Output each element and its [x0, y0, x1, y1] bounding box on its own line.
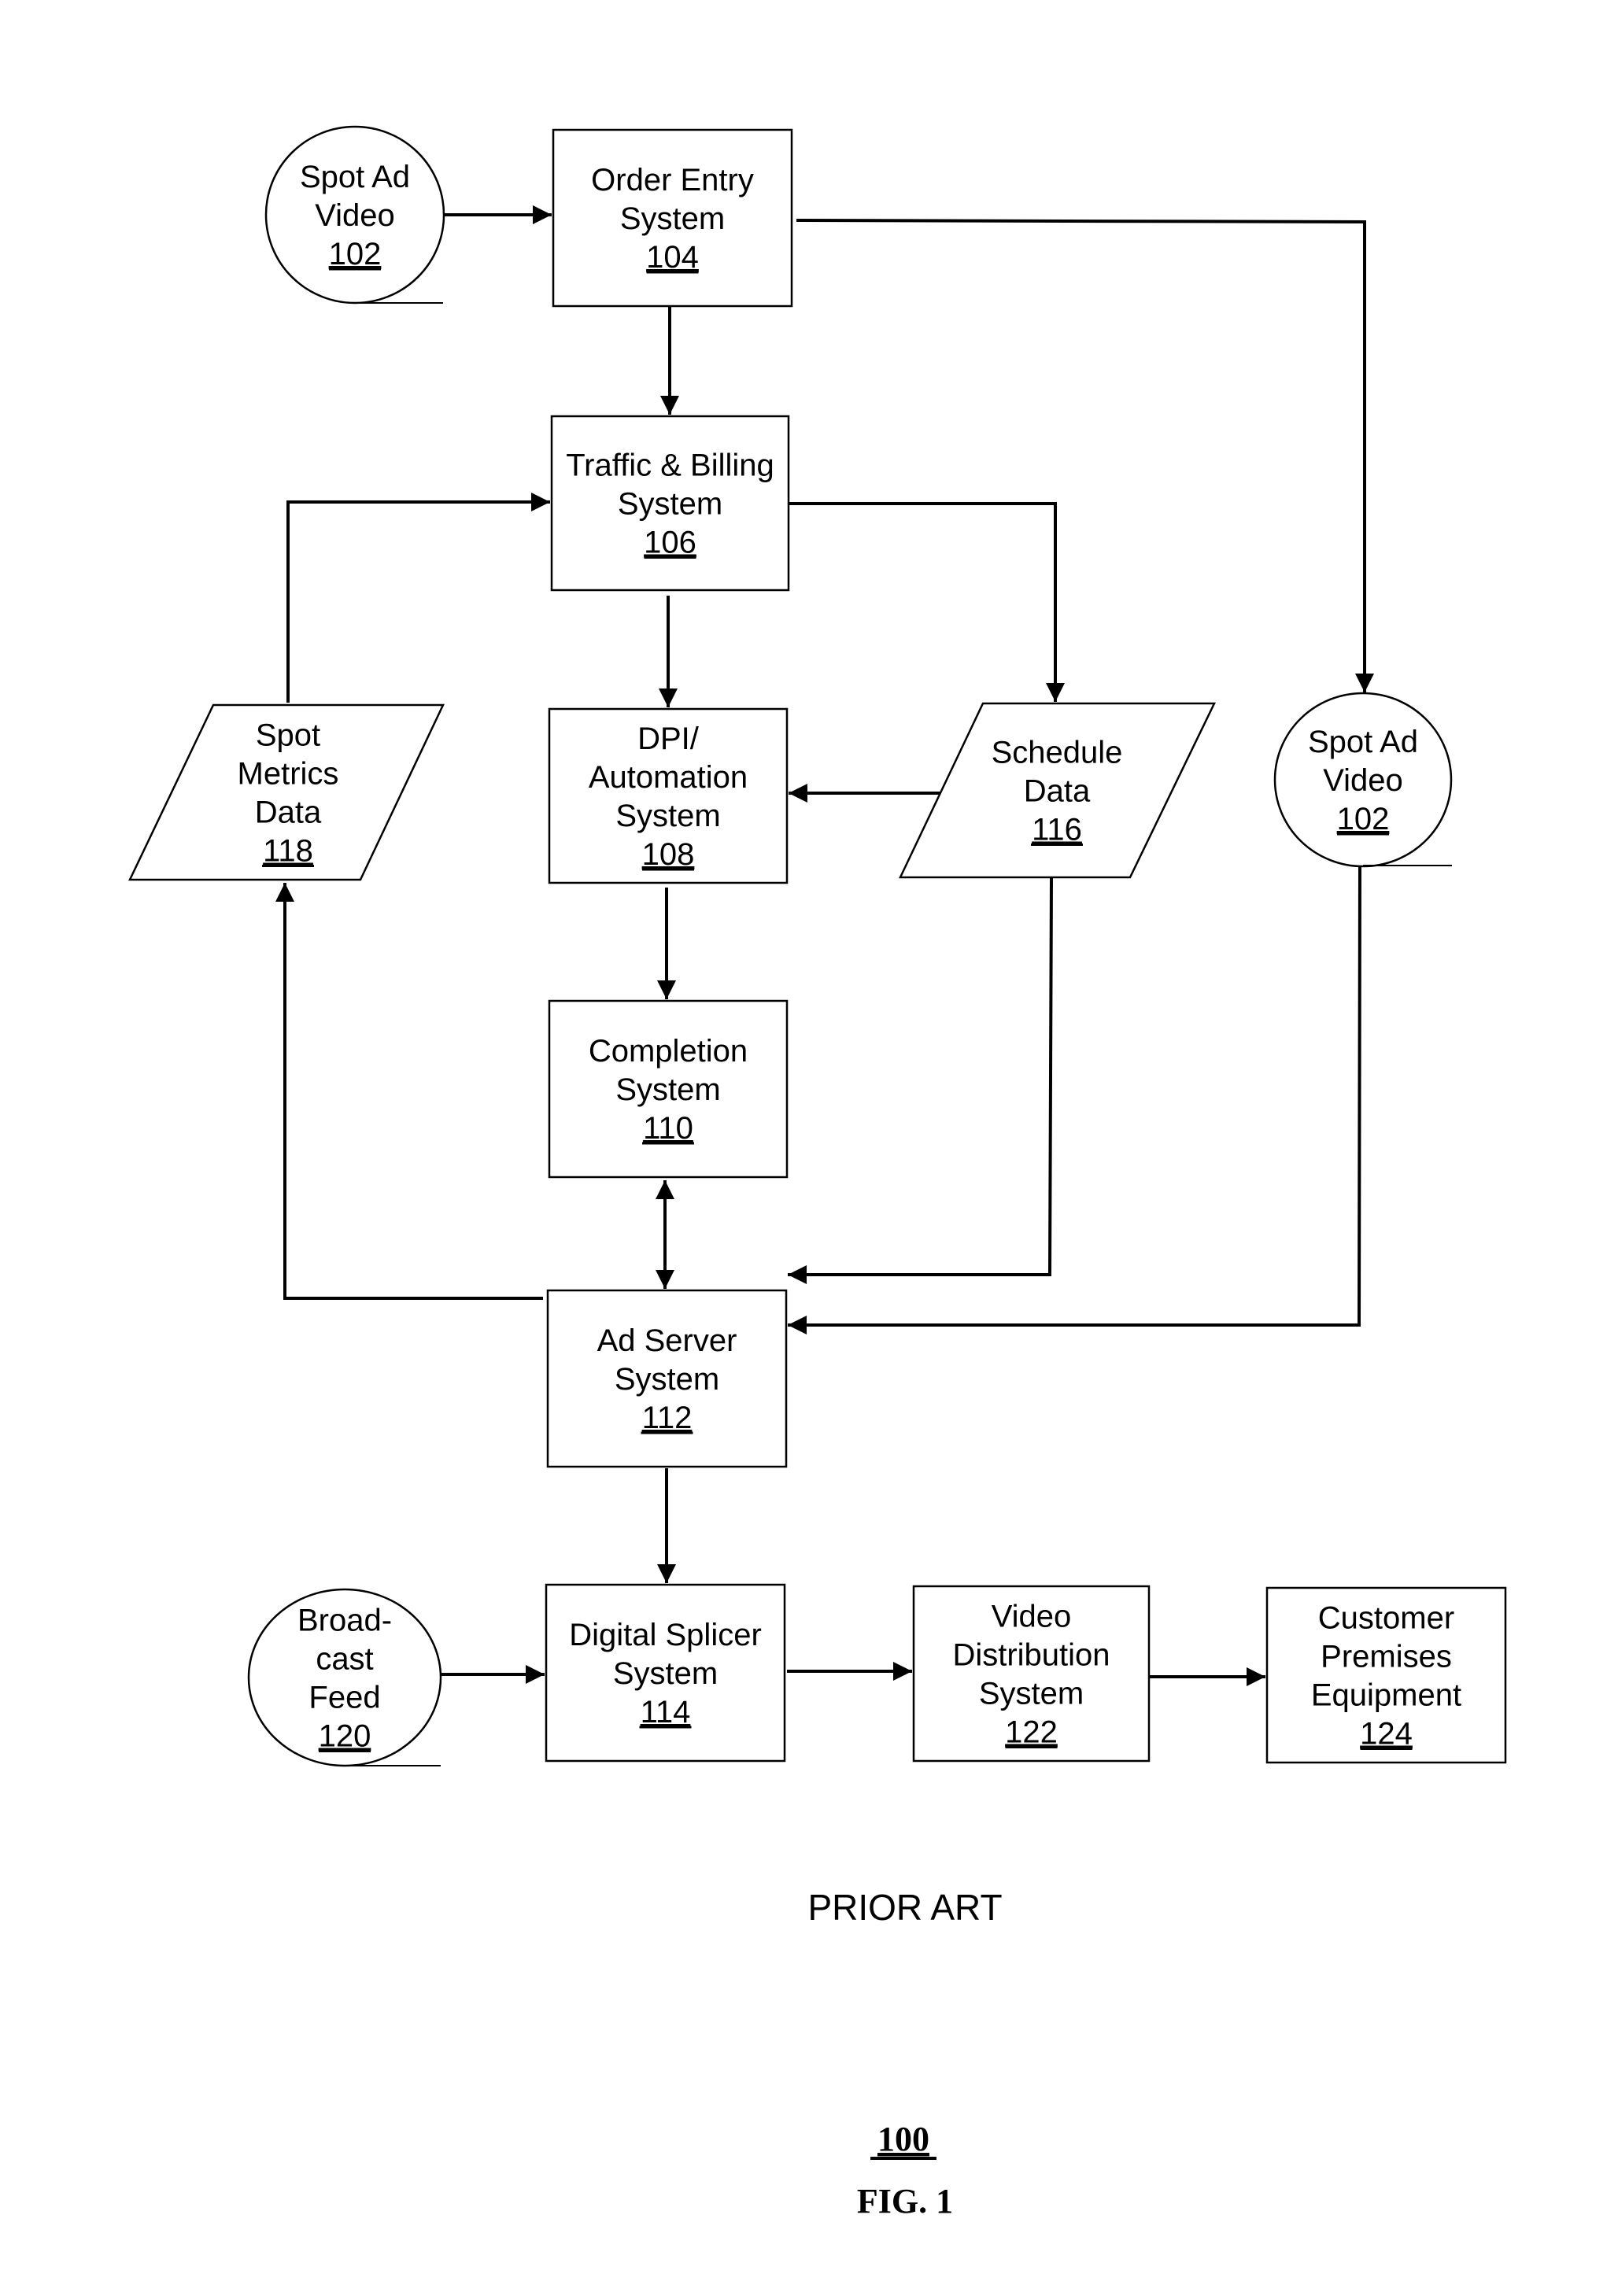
- node-reference-number: 122: [1005, 1715, 1058, 1750]
- node-label-line: Spot: [256, 718, 320, 753]
- node-120: Broad-cast Feed 120: [247, 1588, 442, 1767]
- node-label-line: Data: [255, 795, 322, 830]
- node-label-line: System: [618, 487, 722, 522]
- node-reference-number: 124: [1360, 1717, 1413, 1752]
- node-reference-number: 120: [319, 1719, 371, 1754]
- node-label-line: Video: [1323, 763, 1403, 798]
- node-reference-number: 118: [263, 834, 313, 869]
- node-label-line: Schedule: [992, 736, 1123, 770]
- node-reference-number: 116: [1032, 813, 1082, 847]
- node-label-line: System: [615, 1072, 720, 1107]
- node-label-line: Traffic & Billing: [566, 448, 774, 483]
- node-label-line: Feed: [308, 1681, 380, 1715]
- node-label-line: Spot Ad: [1308, 725, 1418, 759]
- node-118: Spot MetricsData 118: [128, 703, 445, 881]
- node-reference-number: 102: [1337, 802, 1390, 836]
- node-124: Customer Premises Equipment 124: [1265, 1586, 1507, 1764]
- node-106: Traffic & Billing System 106: [550, 415, 790, 592]
- node-label-line: Order Entry: [591, 163, 754, 197]
- edge-112-118: [275, 883, 543, 1300]
- node-116: Schedule Data 116: [899, 702, 1216, 879]
- node-label-line: Video: [992, 1600, 1072, 1634]
- node-label-line: Equipment: [1311, 1678, 1461, 1713]
- node-reference-number: 102: [329, 237, 382, 271]
- prior-art-caption: PRIOR ART: [807, 1887, 1002, 1928]
- node-102b: Spot Ad Video 102: [1273, 692, 1453, 868]
- nodes: Spot Ad Video 102 Order Entry System 104 Traff…: [128, 125, 1507, 1767]
- node-114: Digital Splicer System 114: [545, 1583, 786, 1763]
- node-label-line: Data: [1024, 774, 1091, 809]
- node-110: CompletionSystem 110: [548, 999, 789, 1179]
- node-label-line: System: [615, 799, 720, 833]
- node-label-line: Customer: [1318, 1601, 1454, 1636]
- node-102a: Spot Ad Video 102: [264, 125, 445, 305]
- node-label-line: cast: [316, 1642, 373, 1677]
- node-label-line: Metrics: [238, 757, 339, 792]
- node-reference-number: 104: [646, 240, 699, 275]
- node-label-line: Distribution: [952, 1638, 1110, 1673]
- node-label-line: System: [615, 1362, 719, 1397]
- edge-104-102b: [796, 219, 1374, 692]
- edge-118-106: [286, 493, 550, 703]
- edge-116-112: [788, 877, 1053, 1284]
- node-reference-number: 112: [642, 1401, 693, 1435]
- node-label-line: DPI/: [637, 722, 700, 756]
- edge-102b-112: [788, 865, 1361, 1334]
- diagram-canvas: Spot Ad Video 102 Order Entry System 104 Traff…: [128, 125, 1507, 2220]
- edge-106-116: [787, 502, 1065, 702]
- node-label-line: System: [979, 1677, 1084, 1711]
- node-label-line: Video: [315, 198, 395, 233]
- node-label-line: Broad-: [297, 1604, 392, 1638]
- node-reference-number: 114: [641, 1695, 691, 1729]
- node-label-line: Premises: [1321, 1640, 1452, 1674]
- node-label-line: Completion: [589, 1034, 748, 1069]
- edges: [275, 205, 1374, 1686]
- node-122: Video Distribution System 122: [912, 1585, 1151, 1763]
- node-label-line: System: [613, 1656, 718, 1691]
- node-112: Ad Server System 112: [546, 1289, 788, 1468]
- node-label-line: Digital Splicer: [569, 1618, 762, 1652]
- figure-number: 100: [877, 2120, 929, 2158]
- node-reference-number: 110: [643, 1111, 693, 1146]
- figure-label: FIG. 1: [857, 2182, 953, 2220]
- node-104: Order Entry System 104: [552, 128, 793, 308]
- node-label-line: Ad Server: [597, 1323, 737, 1358]
- node-label-line: Automation: [589, 760, 748, 795]
- node-108: DPI/Automation System 108: [548, 707, 789, 884]
- node-reference-number: 108: [642, 837, 695, 872]
- node-reference-number: 106: [644, 526, 696, 560]
- node-label-line: System: [620, 201, 725, 236]
- node-label-line: Spot Ad: [300, 160, 410, 194]
